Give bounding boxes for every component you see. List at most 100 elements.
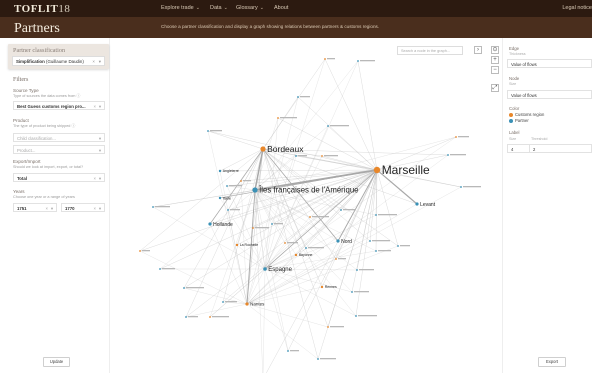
graph-center-icon[interactable]: ⊙ xyxy=(491,46,499,54)
graph-node-minor[interactable] xyxy=(183,287,185,289)
graph-node-minor[interactable] xyxy=(357,60,359,62)
graph-node-minor[interactable] xyxy=(455,136,457,138)
graph-node-label: Rennes xyxy=(325,285,337,289)
graph-node-minor[interactable] xyxy=(375,250,377,252)
info-icon[interactable]: ⓘ xyxy=(71,124,75,128)
edge-thickness-select[interactable]: Value of flows xyxy=(507,59,592,68)
graph-node-minor[interactable] xyxy=(317,358,319,360)
fullscreen-icon[interactable]: ⤢ xyxy=(491,84,499,92)
source-type-select[interactable]: Best Guess customs region pro... × ▾ xyxy=(13,101,105,110)
graph-node[interactable] xyxy=(373,166,381,174)
export-import-select[interactable]: Total × ▾ xyxy=(13,173,105,182)
graph-node-minor[interactable] xyxy=(309,216,311,218)
chevron-down-icon[interactable]: ▾ xyxy=(99,136,101,141)
chevron-down-icon[interactable]: ▾ xyxy=(99,59,101,65)
graph-node-minor[interactable] xyxy=(284,242,286,244)
graph-node-minor[interactable] xyxy=(222,301,224,303)
graph-node[interactable] xyxy=(320,285,324,289)
graph-node[interactable] xyxy=(235,243,239,247)
graph-node-minor-label xyxy=(330,125,349,127)
product-select[interactable]: Product... ▾ xyxy=(13,145,105,154)
network-graph-area[interactable]: Marseille Bordeaux Îles françaises de l'Am… xyxy=(110,38,502,373)
graph-node-minor[interactable] xyxy=(240,180,242,182)
graph-node[interactable] xyxy=(415,202,419,206)
brand-logo[interactable]: TOFLIT18 xyxy=(14,3,70,15)
graph-edge xyxy=(207,130,264,150)
graph-node-minor[interactable] xyxy=(226,185,228,187)
info-icon[interactable]: ⓘ xyxy=(77,94,81,98)
graph-node-minor[interactable] xyxy=(271,223,273,225)
graph-node-minor[interactable] xyxy=(335,258,337,260)
zoom-out-icon[interactable]: − xyxy=(491,66,499,74)
page-title: Partners xyxy=(14,21,60,36)
clear-icon[interactable]: × xyxy=(93,206,96,211)
graph-node-minor[interactable] xyxy=(369,240,371,242)
graph-node-minor[interactable] xyxy=(227,209,229,211)
graph-node-minor[interactable] xyxy=(139,250,141,252)
graph-node-minor[interactable] xyxy=(277,117,279,119)
export-button[interactable]: Export xyxy=(538,357,566,367)
graph-node-minor[interactable] xyxy=(321,155,323,157)
nav-legal-notice[interactable]: Legal notice xyxy=(562,5,592,11)
partner-classification-select[interactable]: Simplification (Guillaume Daudin) × ▾ xyxy=(12,56,105,66)
graph-search-target-icon[interactable]: › xyxy=(474,46,482,54)
graph-node-minor[interactable] xyxy=(297,96,299,98)
graph-node-minor[interactable] xyxy=(305,247,307,249)
clear-icon[interactable]: × xyxy=(45,206,48,211)
graph-node[interactable] xyxy=(294,253,298,257)
zoom-in-icon[interactable]: + xyxy=(491,56,499,64)
graph-node-minor[interactable] xyxy=(351,291,353,293)
graph-node-minor[interactable] xyxy=(209,316,211,318)
graph-node-minor[interactable] xyxy=(355,315,357,317)
graph-node[interactable] xyxy=(218,196,222,200)
nav-about[interactable]: About xyxy=(274,5,288,11)
graph-node-minor[interactable] xyxy=(356,269,358,271)
graph-node-minor-label xyxy=(230,209,240,211)
node-size-select[interactable]: Value of flows xyxy=(507,90,592,99)
graph-node[interactable] xyxy=(252,187,258,193)
graph-node[interactable] xyxy=(218,169,222,173)
chevron-down-icon[interactable]: ▾ xyxy=(51,206,53,211)
graph-node-minor[interactable] xyxy=(159,268,161,270)
graph-node[interactable] xyxy=(260,146,266,152)
nav-glossary[interactable]: Glossary ⌄ xyxy=(236,5,264,11)
graph-node[interactable] xyxy=(263,267,267,271)
year-from-select[interactable]: 1751 × ▾ xyxy=(13,203,57,212)
clear-icon[interactable]: × xyxy=(92,59,95,64)
graph-node-minor[interactable] xyxy=(287,350,289,352)
product-classification-select[interactable]: Child classification... ▾ xyxy=(13,133,105,142)
graph-node-minor[interactable] xyxy=(252,227,254,229)
graph-node-minor[interactable] xyxy=(185,316,187,318)
chevron-down-icon[interactable]: ▾ xyxy=(99,176,101,181)
clear-icon[interactable]: × xyxy=(93,176,96,181)
chevron-down-icon[interactable]: ▾ xyxy=(99,148,101,153)
graph-node-minor[interactable] xyxy=(295,155,297,157)
graph-node-minor[interactable] xyxy=(460,186,462,188)
graph-node-minor[interactable] xyxy=(375,214,377,216)
graph-node[interactable] xyxy=(208,222,212,226)
graph-node-minor[interactable] xyxy=(327,125,329,127)
network-graph[interactable]: Marseille Bordeaux Îles françaises de l'Am… xyxy=(110,38,502,373)
graph-node-minor[interactable] xyxy=(327,326,329,328)
label-threshold-select[interactable]: 2 xyxy=(529,144,592,153)
year-to-select[interactable]: 1770 × ▾ xyxy=(61,203,105,212)
graph-node-minor-label xyxy=(255,227,269,229)
years-label: Years xyxy=(13,189,25,194)
chevron-down-icon[interactable]: ▾ xyxy=(99,206,101,211)
graph-node[interactable] xyxy=(336,239,340,243)
graph-node-minor[interactable] xyxy=(207,130,209,132)
nav-explore-trade[interactable]: Explore trade ⌄ xyxy=(161,5,200,11)
graph-node-minor[interactable] xyxy=(447,154,449,156)
graph-node[interactable] xyxy=(245,302,249,306)
graph-node-minor[interactable] xyxy=(324,58,326,60)
graph-edge xyxy=(321,155,378,171)
graph-node-minor-label xyxy=(210,130,222,132)
graph-search-input[interactable]: Search a node in the graph... xyxy=(397,46,463,55)
graph-node-minor[interactable] xyxy=(152,206,154,208)
nav-data[interactable]: Data ⌄ xyxy=(210,5,228,11)
graph-node-minor[interactable] xyxy=(397,245,399,247)
update-button[interactable]: Update xyxy=(43,357,70,367)
clear-icon[interactable]: × xyxy=(93,104,96,109)
chevron-down-icon[interactable]: ▾ xyxy=(99,104,101,109)
graph-node-minor[interactable] xyxy=(340,209,342,211)
